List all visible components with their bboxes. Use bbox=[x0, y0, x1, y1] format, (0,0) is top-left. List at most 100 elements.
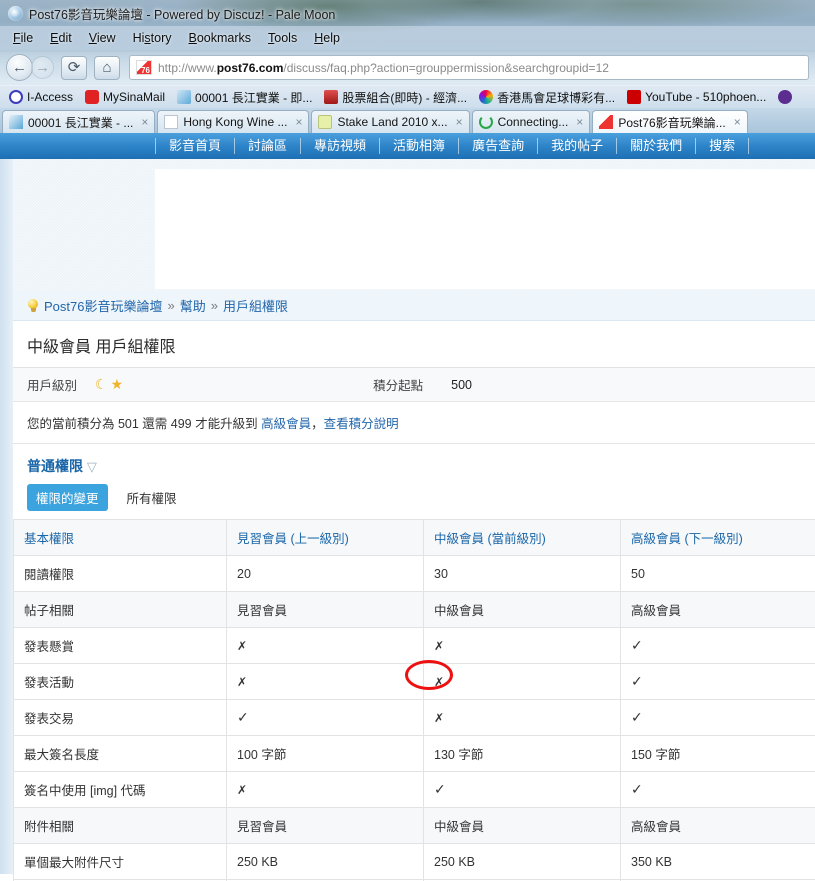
cell-mark-yes: ✓ bbox=[620, 771, 815, 808]
forum-nav-about-us[interactable]: 關於我們 bbox=[617, 138, 697, 154]
breadcrumb-item-forum[interactable]: Post76影音玩樂論壇 bbox=[44, 296, 162, 315]
menu-bookmarks[interactable]: Bookmarks bbox=[182, 29, 259, 47]
breadcrumb-separator: » bbox=[210, 298, 218, 313]
bookmark-i-access[interactable]: I-Access bbox=[4, 89, 78, 105]
window-titlebar: Post76影音玩樂論壇 - Powered by Discuz! - Pale… bbox=[0, 0, 815, 26]
cell-value: 250 KB bbox=[226, 843, 424, 880]
cell-mark-no: ✗ bbox=[226, 771, 424, 808]
forward-arrow-icon[interactable]: → bbox=[31, 56, 54, 79]
lightbulb-icon bbox=[27, 298, 39, 313]
tab-stake-land[interactable]: Stake Land 2010 x... × bbox=[311, 110, 470, 133]
tab-permission-changes[interactable]: 權限的變更 bbox=[27, 484, 108, 511]
close-icon[interactable]: × bbox=[456, 115, 463, 129]
menu-file[interactable]: File bbox=[6, 29, 40, 47]
moon-icon: ☾ bbox=[95, 376, 108, 392]
bookmark-etnet[interactable]: 股票組合(即時) - 經濟... bbox=[319, 88, 472, 107]
tab-aastocks[interactable]: 00001 長江實業 - ... × bbox=[2, 110, 156, 133]
table-row: 發表懸賞 ✗ ✗ ✓ bbox=[13, 627, 815, 664]
credit-explain-link[interactable]: 查看積分說明 bbox=[324, 417, 399, 431]
cell-mark-no: ✗ bbox=[226, 663, 424, 700]
etnet-icon bbox=[324, 90, 339, 104]
credit-start-label: 積分起點 bbox=[373, 379, 424, 393]
bookmark-youtube[interactable]: YouTube - 510phoen... bbox=[622, 89, 771, 105]
cell-post-activity-label: 發表活動 bbox=[13, 663, 227, 700]
forum-nav-discussion[interactable]: 討論區 bbox=[235, 138, 302, 154]
sina-icon bbox=[85, 90, 100, 104]
tab-post76[interactable]: Post76影音玩樂論... × bbox=[592, 110, 748, 133]
cell-mark-yes: ✓ bbox=[620, 699, 815, 736]
forum-nav-event-album[interactable]: 活動相簿 bbox=[380, 138, 460, 154]
cell-value: 150 字節 bbox=[620, 735, 815, 772]
mail-icon bbox=[318, 115, 333, 129]
close-icon[interactable]: × bbox=[295, 115, 302, 129]
bookmark-aastocks[interactable]: 00001 長江實業 - 即... bbox=[172, 88, 317, 107]
tab-all-permissions[interactable]: 所有權限 bbox=[118, 484, 186, 511]
yahoo-icon bbox=[778, 90, 793, 104]
credit-status-note: 您的當前積分為 501 還需 499 才能升級到 高級會員，查看積分說明 bbox=[13, 402, 815, 444]
chevron-down-icon[interactable]: ▽ bbox=[87, 459, 97, 474]
tab-connecting[interactable]: Connecting... × bbox=[471, 110, 591, 133]
menu-help[interactable]: Help bbox=[307, 29, 347, 47]
cell-group-link[interactable]: 中級會員 bbox=[423, 591, 621, 628]
breadcrumb-item-group-permission[interactable]: 用戶組權限 bbox=[223, 296, 288, 315]
menu-tools[interactable]: Tools bbox=[261, 29, 304, 47]
menu-edit[interactable]: Edit bbox=[43, 29, 79, 47]
content-container: Post76影音玩樂論壇 » 幫助 » 用戶組權限 中級會員 用戶組權限 用戶級… bbox=[13, 291, 815, 881]
breadcrumb-item-help[interactable]: 幫助 bbox=[180, 296, 206, 315]
address-bar[interactable]: http://www.post76.com/discuss/faq.php?ac… bbox=[129, 55, 809, 80]
cell-group-link[interactable]: 高級會員 bbox=[620, 591, 815, 628]
credit-note-separator: ， bbox=[311, 417, 324, 431]
post76-icon bbox=[599, 115, 614, 129]
cell-group-link[interactable]: 高級會員 bbox=[620, 807, 815, 844]
menu-history[interactable]: History bbox=[126, 29, 179, 47]
table-row: 發表活動 ✗ ✗ ✓ bbox=[13, 663, 815, 700]
forum-nav-my-posts[interactable]: 我的帖子 bbox=[538, 138, 618, 154]
permission-tabs: 權限的變更 所有權限 bbox=[13, 482, 815, 519]
cell-read-permission-label: 閱讀權限 bbox=[13, 555, 227, 592]
tab-label: Stake Land 2010 x... bbox=[337, 115, 448, 129]
tab-strip: 00001 長江實業 - ... × Hong Kong Wine ... × … bbox=[0, 108, 815, 133]
bookmark-hkjc[interactable]: 香港馬會足球博彩有... bbox=[474, 88, 620, 107]
next-group-link[interactable]: 高級會員 bbox=[261, 417, 311, 431]
forum-nav-home[interactable]: 影音首頁 bbox=[155, 138, 236, 154]
cell-value: 30 bbox=[423, 555, 621, 592]
forum-nav-advertising[interactable]: 廣告查詢 bbox=[459, 138, 539, 154]
cell-value: 250 KB bbox=[423, 843, 621, 880]
close-icon[interactable]: × bbox=[576, 115, 583, 129]
page-title: 中級會員 用戶組權限 bbox=[13, 321, 815, 368]
close-icon[interactable]: × bbox=[141, 115, 148, 129]
cell-post-bounty-label: 發表懸賞 bbox=[13, 627, 227, 664]
window-title: Post76影音玩樂論壇 - Powered by Discuz! - Pale… bbox=[29, 7, 336, 22]
close-icon[interactable]: × bbox=[734, 115, 741, 129]
back-arrow-icon[interactable]: ← bbox=[6, 54, 33, 81]
cell-mark-yes: ✓ bbox=[423, 771, 621, 808]
section-title: 普通權限 ▽ bbox=[13, 444, 815, 482]
cell-group-link[interactable]: 中級會員 bbox=[423, 807, 621, 844]
reload-icon[interactable]: ⟳ bbox=[61, 55, 87, 80]
home-icon[interactable]: ⌂ bbox=[94, 55, 120, 80]
bookmark-yahoo[interactable] bbox=[773, 89, 801, 105]
cell-group-link[interactable]: 見習會員 bbox=[226, 591, 424, 628]
forum-navigation-bar: 影音首頁 討論區 專訪視頻 活動相簿 廣告查詢 我的帖子 關於我們 搜索 bbox=[0, 133, 815, 159]
bookmark-label: 00001 長江實業 - 即... bbox=[195, 90, 313, 105]
cell-basic-permission-label: 基本權限 bbox=[13, 519, 227, 556]
bookmark-mysinamail[interactable]: MySinaMail bbox=[80, 89, 170, 105]
table-row: 最大簽名長度 100 字節 130 字節 150 字節 bbox=[13, 735, 815, 772]
forum-nav-interview-video[interactable]: 專訪視頻 bbox=[301, 138, 381, 154]
cell-mark-no: ✗ bbox=[423, 663, 621, 700]
menubar: File Edit View History Bookmarks Tools H… bbox=[0, 26, 815, 50]
browser-toolbar: ← → ⟳ ⌂ http://www.post76.com/discuss/fa… bbox=[0, 50, 815, 85]
table-row: 單個最大附件尺寸 250 KB 250 KB 350 KB bbox=[13, 843, 815, 880]
credit-note-prefix: 您的當前積分為 501 還需 499 才能升級到 bbox=[27, 417, 262, 431]
menu-view[interactable]: View bbox=[82, 29, 123, 47]
forum-nav-search[interactable]: 搜索 bbox=[696, 138, 750, 154]
user-level-row: 用戶級別 ☾ ★ 積分起點 500 bbox=[13, 368, 815, 402]
cell-attachment-related-label: 附件相關 bbox=[13, 807, 227, 844]
cell-value: 130 字節 bbox=[423, 735, 621, 772]
bookmark-label: 香港馬會足球博彩有... bbox=[497, 90, 616, 105]
tab-hong-kong-wine[interactable]: Hong Kong Wine ... × bbox=[157, 110, 310, 133]
cell-max-signature-length-label: 最大簽名長度 bbox=[13, 735, 227, 772]
permissions-table: 基本權限 見習會員 (上一級別) 中級會員 (當前級別) 高級會員 (下一級別)… bbox=[13, 519, 815, 881]
cell-group-link[interactable]: 見習會員 bbox=[226, 807, 424, 844]
table-row-subheader: 附件相關 見習會員 中級會員 高級會員 bbox=[13, 807, 815, 844]
